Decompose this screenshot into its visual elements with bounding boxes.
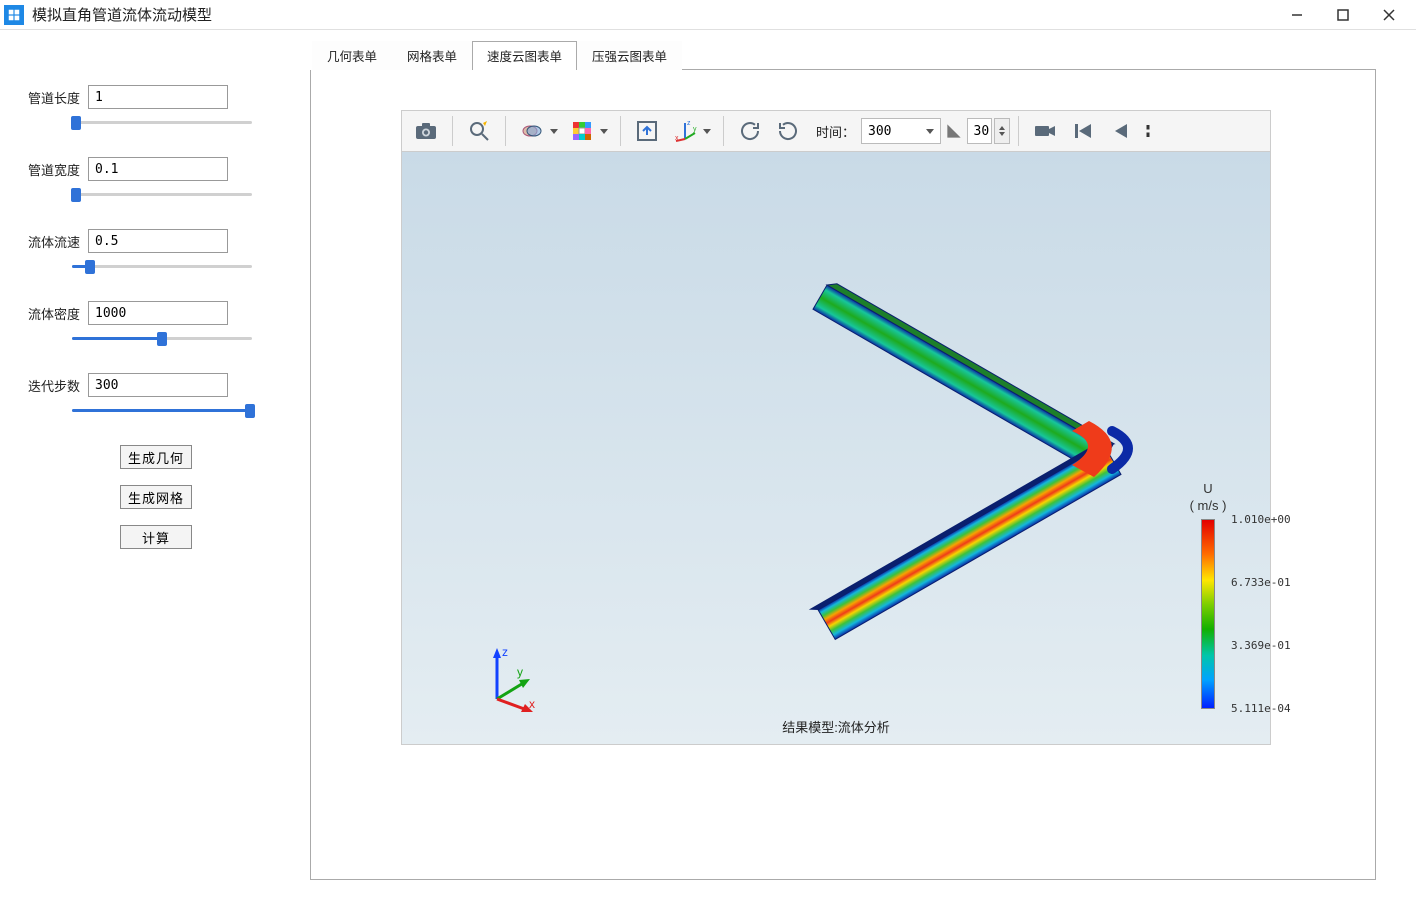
pipe-length-slider[interactable] (72, 113, 252, 133)
axis-x-label: x (529, 697, 535, 711)
param-pipe-width: 管道宽度 (20, 157, 290, 181)
legend-tick: 6.733e-01 (1231, 576, 1291, 589)
legend-ticks: 1.010e+00 6.733e-01 3.369e-01 5.111e-04 (1231, 513, 1291, 715)
time-value: 300 (868, 124, 891, 139)
maximize-button[interactable] (1320, 0, 1366, 30)
tab-mesh[interactable]: 网格表单 (392, 41, 472, 70)
color-legend: U ( m/s ) 1.010e+00 6.733e-01 3.369e-01 … (1158, 481, 1258, 712)
fluid-density-input[interactable] (88, 301, 228, 325)
legend-tick: 1.010e+00 (1231, 513, 1291, 526)
minimize-button[interactable] (1274, 0, 1320, 30)
viewer-toolbar: zy x 时间： 300 (401, 110, 1271, 152)
axis-z-label: z (502, 645, 508, 659)
record-icon[interactable] (1027, 114, 1063, 148)
rotate-ccw-icon[interactable] (770, 114, 806, 148)
fit-view-icon[interactable] (629, 114, 665, 148)
tab-bar: 几何表单 网格表单 速度云图表单 压强云图表单 (312, 40, 1376, 70)
fluid-speed-input[interactable] (88, 229, 228, 253)
close-button[interactable] (1366, 0, 1412, 30)
time-dropdown[interactable]: 300 (861, 118, 940, 144)
legend-title: U (1158, 481, 1258, 496)
snapshot-icon[interactable] (408, 114, 444, 148)
axis-y-label: y (517, 665, 523, 679)
transparency-icon[interactable] (514, 114, 550, 148)
fluid-density-slider[interactable] (72, 329, 252, 349)
app-icon (4, 5, 24, 25)
more-toolbar-icon[interactable] (1141, 114, 1161, 148)
frame-input[interactable]: 30 (967, 118, 993, 144)
param-fluid-speed: 流体流速 (20, 229, 290, 253)
window-title: 模拟直角管道流体流动模型 (32, 4, 212, 25)
viewer-area: 几何表单 网格表单 速度云图表单 压强云图表单 (310, 30, 1416, 904)
axes-dropdown-icon[interactable] (703, 129, 711, 134)
param-fluid-density: 流体密度 (20, 301, 290, 325)
iter-steps-input[interactable] (88, 373, 228, 397)
generate-mesh-button[interactable]: 生成网格 (120, 485, 192, 509)
parameter-panel: 管道长度 管道宽度 流体流速 流体密度 迭代步数 (0, 30, 310, 904)
compute-button[interactable]: 计算 (120, 525, 192, 549)
pipe-length-input[interactable] (88, 85, 228, 109)
frame-value: 30 (974, 124, 990, 139)
viewer-frame: zyx 时间： 300 (310, 70, 1376, 880)
fluid-density-label: 流体密度 (20, 304, 80, 323)
tab-velocity-contour[interactable]: 速度云图表单 (472, 41, 577, 70)
pipe-width-input[interactable] (88, 157, 228, 181)
legend-unit: ( m/s ) (1158, 498, 1258, 513)
transparency-dropdown-icon[interactable] (550, 129, 558, 134)
param-pipe-length: 管道长度 (20, 85, 290, 109)
first-frame-icon[interactable] (1065, 114, 1101, 148)
tab-geometry[interactable]: 几何表单 (312, 41, 392, 70)
pipe-width-slider[interactable] (72, 185, 252, 205)
svg-text:x: x (675, 135, 679, 142)
pipe-render (772, 291, 1172, 671)
legend-tick: 3.369e-01 (1231, 639, 1291, 652)
colormap-dropdown-icon[interactable] (600, 129, 608, 134)
fluid-speed-slider[interactable] (72, 257, 252, 277)
iter-steps-slider[interactable] (72, 401, 252, 421)
frame-stepper[interactable] (994, 118, 1010, 144)
legend-tick: 5.111e-04 (1231, 702, 1291, 715)
fluid-speed-label: 流体流速 (20, 232, 80, 251)
iter-steps-label: 迭代步数 (20, 376, 80, 395)
axis-triad: z y x (477, 644, 547, 714)
time-label: 时间： (816, 122, 855, 141)
viewer-caption: 结果模型:流体分析 (402, 717, 1270, 736)
viewer-3d[interactable]: zyx 时间： 300 (401, 110, 1271, 745)
axes-icon[interactable]: zy x (667, 114, 703, 148)
pipe-width-label: 管道宽度 (20, 160, 80, 179)
tab-pressure-contour[interactable]: 压强云图表单 (577, 41, 682, 70)
colormap-icon[interactable] (564, 114, 600, 148)
title-bar: 模拟直角管道流体流动模型 (0, 0, 1416, 30)
prev-frame-icon[interactable] (1103, 114, 1139, 148)
pipe-length-label: 管道长度 (20, 88, 80, 107)
zoom-icon[interactable] (461, 114, 497, 148)
generate-geometry-button[interactable]: 生成几何 (120, 445, 192, 469)
frame-end-icon[interactable] (943, 114, 965, 148)
svg-text:y: y (693, 126, 697, 133)
legend-bar (1201, 519, 1215, 709)
svg-text:z: z (687, 120, 691, 127)
param-iter-steps: 迭代步数 (20, 373, 290, 397)
rotate-cw-icon[interactable] (732, 114, 768, 148)
